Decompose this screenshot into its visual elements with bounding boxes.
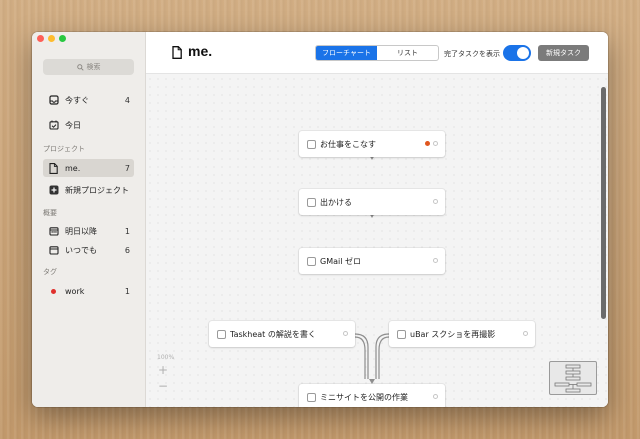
sidebar-item-later[interactable]: 明日以降 1 [43, 222, 134, 240]
task-label: uBar スクショを再撮影 [410, 329, 496, 339]
app-window: 検索 今すぐ 4 今日 プロジェクト me. 7 新規プロジェクト 概要 明日以… [32, 32, 608, 407]
search-icon [76, 63, 84, 71]
sidebar-item-label: 明日以降 [65, 226, 97, 236]
task-label: 出かける [320, 197, 352, 207]
zoom-in-button[interactable]: + [156, 363, 170, 377]
task-checkbox[interactable] [307, 197, 316, 207]
search-placeholder: 検索 [86, 63, 101, 71]
sidebar-item-count: 7 [124, 163, 130, 173]
zoom-out-button[interactable]: − [156, 379, 170, 393]
overview-section-header: 概要 [43, 209, 57, 217]
close-window-button[interactable] [37, 35, 44, 42]
task-label: ミニサイトを公開の作業 [320, 392, 408, 402]
main-area: me. フローチャート リスト 完了タスクを表示 新規タスク お仕事をこなす 出… [146, 32, 608, 407]
page-title: me. [188, 43, 213, 59]
task-node-ubar[interactable]: uBar スクショを再撮影 [389, 321, 535, 347]
new-task-button[interactable]: 新規タスク [538, 45, 589, 61]
flowchart-edges [354, 131, 390, 384]
flowchart-canvas[interactable]: お仕事をこなす 出かける GMail ゼロ Taskheat の解説を書く uB… [146, 75, 608, 407]
task-node-taskheat[interactable]: Taskheat の解説を書く [209, 321, 355, 347]
sidebar-item-new-project[interactable]: 新規プロジェクト [43, 181, 134, 199]
tag-color-dot-icon [48, 286, 59, 297]
tags-section-header: タグ [43, 268, 57, 276]
zoom-window-button[interactable] [59, 35, 66, 42]
tab-list[interactable]: リスト [377, 46, 438, 60]
zoom-level: 100% [157, 354, 175, 361]
tab-flowchart[interactable]: フローチャート [316, 46, 377, 60]
calendar-icon [48, 226, 59, 237]
connector-port[interactable] [523, 331, 528, 336]
task-node-gmail-zero[interactable]: GMail ゼロ [299, 248, 445, 274]
minimap[interactable] [549, 361, 597, 395]
task-label: Taskheat の解説を書く [230, 329, 316, 339]
show-completed-toggle[interactable] [503, 45, 531, 61]
task-checkbox[interactable] [217, 329, 226, 339]
edge-4-6-b [354, 336, 366, 379]
task-label: お仕事をこなす [320, 139, 376, 149]
edge-5-6-b [378, 336, 390, 379]
document-icon [48, 162, 59, 174]
minimize-window-button[interactable] [48, 35, 55, 42]
sidebar-item-count: 4 [124, 95, 130, 105]
work-tag-dot-icon [425, 141, 430, 146]
search-field[interactable]: 検索 [43, 59, 134, 75]
sidebar-item-project-me[interactable]: me. 7 [43, 159, 134, 177]
sidebar-item-label: 今日 [65, 120, 81, 130]
edge-4-6 [354, 333, 369, 379]
vertical-scrollbar[interactable] [601, 87, 606, 319]
connector-port[interactable] [433, 394, 438, 399]
sidebar-item-tag-work[interactable]: work 1 [43, 282, 134, 300]
view-switcher: フローチャート リスト [315, 45, 439, 61]
task-node-minisite[interactable]: ミニサイトを公開の作業 [299, 384, 445, 407]
window-controls [37, 35, 66, 42]
minimap-preview [554, 364, 592, 393]
inbox-icon [48, 95, 59, 106]
plus-square-icon [48, 185, 59, 196]
connector-port[interactable] [433, 141, 438, 146]
sidebar-item-label: work [65, 286, 85, 296]
projects-section-header: プロジェクト [43, 145, 85, 153]
sidebar-item-label: 新規プロジェクト [65, 185, 129, 195]
task-checkbox[interactable] [307, 392, 316, 402]
sidebar-item-label: いつでも [65, 245, 97, 255]
sidebar-item-today[interactable]: 今日 [43, 116, 134, 134]
task-node-go-out[interactable]: 出かける [299, 189, 445, 215]
task-node-work[interactable]: お仕事をこなす [299, 131, 445, 157]
sidebar-item-label: 今すぐ [65, 95, 89, 105]
connector-port[interactable] [343, 331, 348, 336]
task-label: GMail ゼロ [320, 256, 361, 266]
sidebar-item-anytime[interactable]: いつでも 6 [43, 241, 134, 259]
sidebar: 検索 今すぐ 4 今日 プロジェクト me. 7 新規プロジェクト 概要 明日以… [32, 32, 146, 407]
connector-port[interactable] [433, 258, 438, 263]
sidebar-item-now[interactable]: 今すぐ 4 [43, 91, 134, 109]
task-checkbox[interactable] [307, 256, 316, 266]
calendar-icon [48, 245, 59, 256]
sidebar-item-count: 1 [124, 286, 130, 296]
connector-port[interactable] [433, 199, 438, 204]
edge-5-6 [375, 333, 390, 379]
calendar-check-icon [48, 120, 59, 131]
sidebar-item-count: 6 [124, 245, 130, 255]
sidebar-item-label: me. [65, 163, 81, 173]
task-checkbox[interactable] [397, 329, 406, 339]
show-completed-label: 完了タスクを表示 [444, 50, 500, 58]
sidebar-item-count: 1 [124, 226, 130, 236]
toolbar: me. フローチャート リスト 完了タスクを表示 新規タスク [146, 32, 608, 74]
document-icon [172, 46, 182, 59]
task-checkbox[interactable] [307, 139, 316, 149]
